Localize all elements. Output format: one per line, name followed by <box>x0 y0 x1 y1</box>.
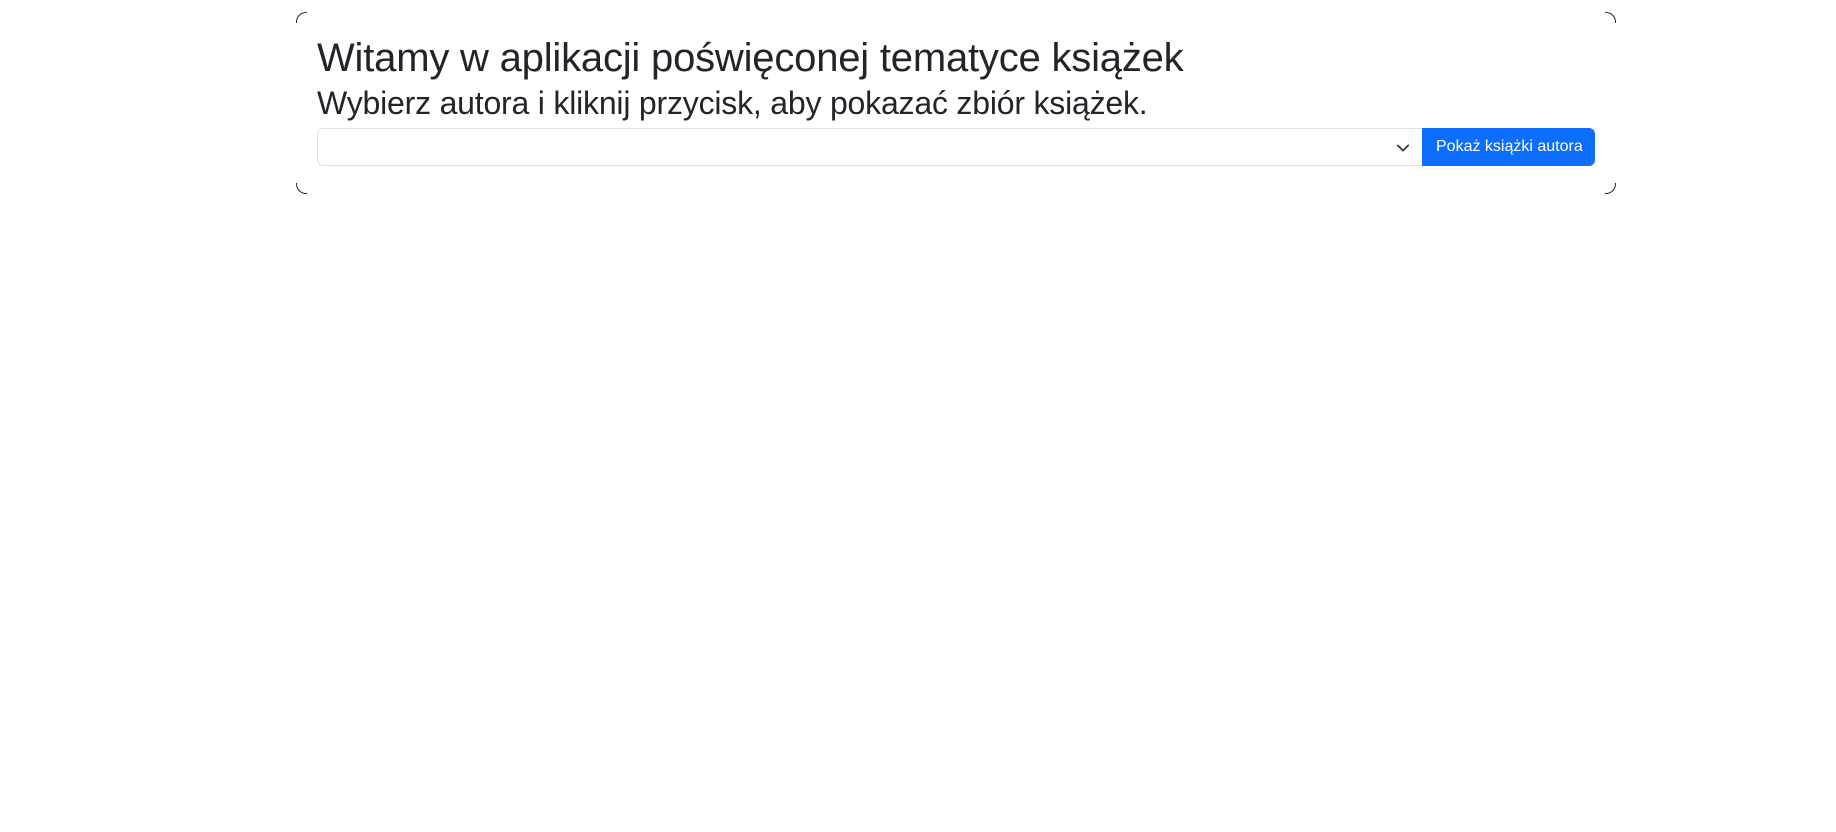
author-select[interactable] <box>317 128 1422 167</box>
container-corner <box>1605 12 1616 23</box>
author-form: Pokaż książki autora <box>317 128 1595 167</box>
show-author-books-button[interactable]: Pokaż książki autora <box>1422 128 1595 167</box>
container-corner <box>1605 183 1616 194</box>
page-subtitle: Wybierz autora i kliknij przycisk, aby p… <box>317 85 1148 121</box>
content: Witamy w aplikacji poświęconej tematyce … <box>317 34 1595 167</box>
page-title: Witamy w aplikacji poświęconej tematyce … <box>317 36 1184 80</box>
container-corner <box>296 183 307 194</box>
main-container: Witamy w aplikacji poświęconej tematyce … <box>296 12 1616 194</box>
container-corner <box>296 12 307 23</box>
chevron-down-icon <box>1396 144 1410 152</box>
